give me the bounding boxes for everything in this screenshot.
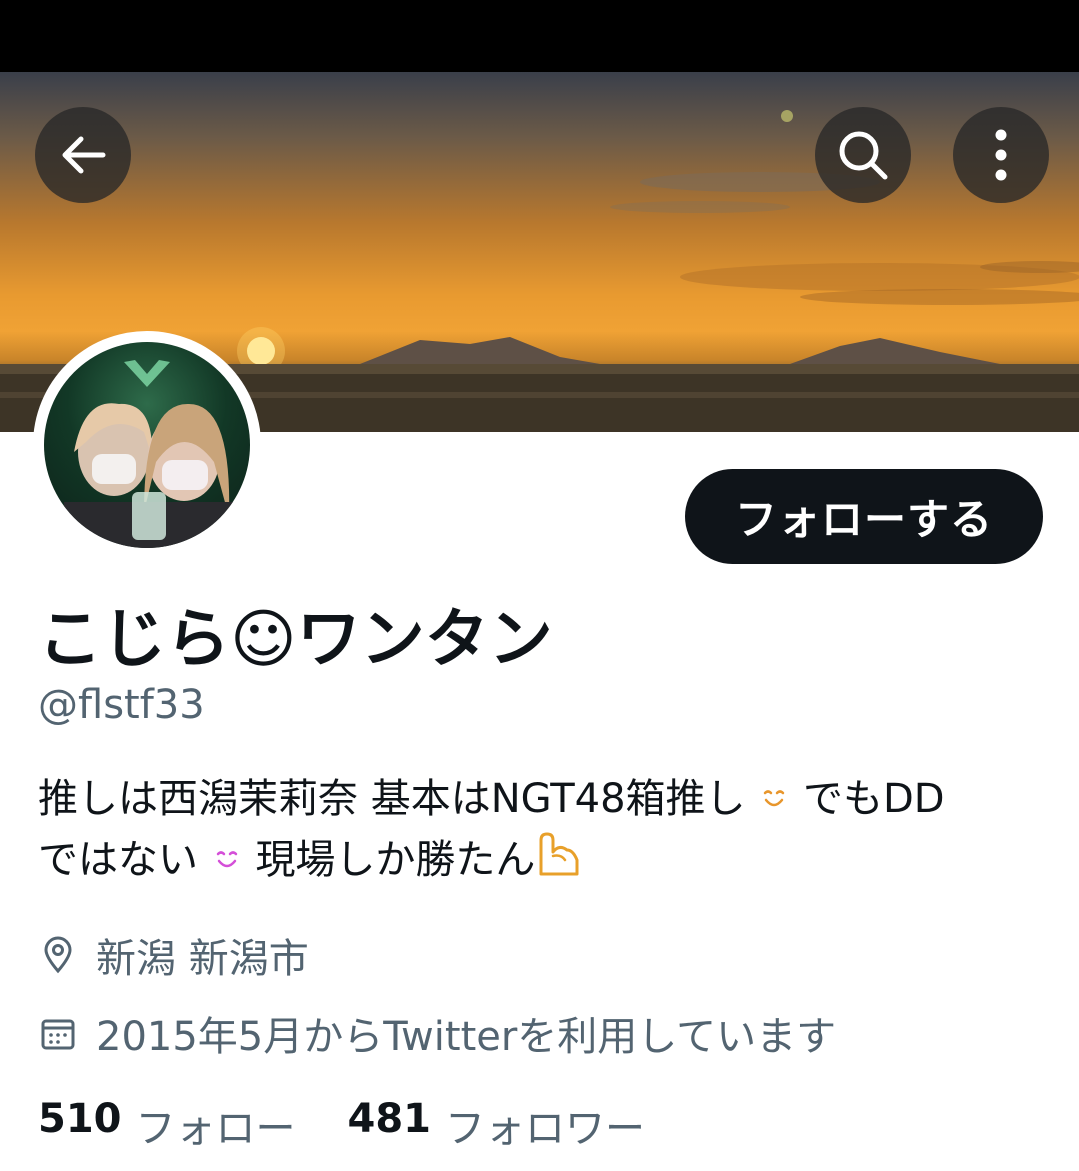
following-count: 510 xyxy=(38,1096,122,1142)
flexed-biceps-icon xyxy=(535,830,583,894)
join-date-text: 2015年5月からTwitterを利用しています xyxy=(96,1014,837,1060)
profile-bio: 推しは西潟茉莉奈 基本はNGT48箱推し でもDD ではない 現場しか勝たん xyxy=(38,770,1048,894)
location: 新潟 新潟市 xyxy=(38,926,309,984)
smiling-face-icon xyxy=(758,772,790,830)
follow-button[interactable]: フォローする xyxy=(685,469,1043,564)
display-name: こじら☺ワンタン xyxy=(38,603,553,677)
back-button[interactable] xyxy=(35,107,131,203)
bio-line-1: 推しは西潟茉莉奈 基本はNGT48箱推し でもDD xyxy=(38,770,1048,830)
arrow-left-icon xyxy=(62,136,106,174)
bio-text: でもDD xyxy=(802,776,945,822)
bio-line-2: ではない 現場しか勝たん xyxy=(38,830,1048,894)
followers-link[interactable]: 481 フォロワー xyxy=(348,1096,646,1154)
followers-label: フォロワー xyxy=(445,1106,645,1152)
join-date: 2015年5月からTwitterを利用しています xyxy=(38,1004,836,1062)
location-text: 新潟 新潟市 xyxy=(96,936,309,982)
more-vertical-icon xyxy=(995,129,1007,181)
smiling-face-icon xyxy=(211,833,243,891)
search-icon xyxy=(839,131,888,180)
location-pin-icon xyxy=(38,935,78,975)
follow-stats: 510 フォロー 481 フォロワー xyxy=(38,1096,645,1154)
status-bar xyxy=(0,0,1079,72)
username-handle: @flstf33 xyxy=(38,682,205,728)
calendar-icon xyxy=(38,1013,78,1053)
bio-text: 現場しか勝たん xyxy=(255,837,536,883)
avatar-photo xyxy=(44,342,250,548)
following-link[interactable]: 510 フォロー xyxy=(38,1096,296,1154)
bio-text: 推しは西潟茉莉奈 基本はNGT48箱推し xyxy=(38,776,746,822)
bio-text: ではない xyxy=(38,837,198,883)
search-button[interactable] xyxy=(815,107,911,203)
following-label: フォロー xyxy=(135,1106,296,1152)
more-options-button[interactable] xyxy=(953,107,1049,203)
avatar[interactable] xyxy=(33,331,261,559)
followers-count: 481 xyxy=(347,1096,432,1142)
